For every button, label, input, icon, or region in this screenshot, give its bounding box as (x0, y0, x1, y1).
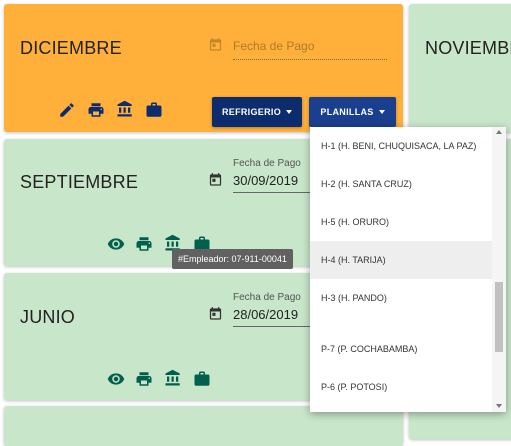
card-partial-bottom (4, 406, 403, 446)
dropdown-item[interactable]: P-6 (P. POTOSI) (310, 368, 492, 406)
print-icon[interactable] (87, 101, 105, 119)
refrigerio-label: REFRIGERIO (221, 107, 281, 117)
planillas-dropdown-menu[interactable]: H-1 (H. BENI, CHUQUISACA, LA PAZ) H-2 (H… (310, 127, 506, 412)
refrigerio-button[interactable]: REFRIGERIO (212, 97, 302, 127)
bank-icon[interactable] (116, 100, 134, 118)
dropdown-item[interactable]: H-1 (H. BENI, CHUQUISACA, LA PAZ) (310, 127, 492, 165)
planillas-button[interactable]: PLANILLAS (309, 97, 396, 127)
briefcase-icon[interactable] (193, 370, 211, 388)
scrollbar-thumb[interactable] (495, 282, 503, 352)
month-title: NOVIEMBRE (425, 38, 511, 58)
date-input[interactable]: 28/06/2019 (233, 307, 298, 322)
date-input-placeholder[interactable]: Fecha de Pago (233, 39, 314, 53)
planillas-label: PLANILLAS (320, 107, 374, 117)
calendar-icon[interactable] (208, 37, 223, 53)
eye-icon[interactable] (107, 235, 125, 253)
date-input-underline (233, 59, 387, 60)
bank-icon[interactable] (164, 369, 182, 387)
briefcase-icon[interactable] (145, 101, 163, 119)
month-title: DICIEMBRE (20, 38, 122, 58)
month-title: SEPTIEMBRE (20, 172, 139, 192)
chevron-down-icon (378, 110, 385, 114)
edit-icon[interactable] (58, 101, 76, 119)
scroll-up-icon[interactable] (496, 130, 502, 134)
calendar-icon[interactable] (208, 172, 223, 188)
dropdown-item[interactable]: P-7 (P. COCHABAMBA) (310, 330, 492, 368)
dropdown-item[interactable]: H-5 (H. ORURO) (310, 203, 492, 241)
employer-tooltip: #Empleador: 07-911-00041 (172, 249, 293, 269)
dropdown-scrollbar[interactable] (492, 127, 506, 412)
month-title: JUNIO (20, 307, 75, 327)
card-diciembre: DICIEMBRE Fecha de Pago REFRIGERIO PLANI… (4, 4, 403, 132)
eye-icon[interactable] (107, 370, 125, 388)
date-label: Fecha de Pago (233, 158, 301, 169)
scroll-down-icon[interactable] (496, 404, 502, 408)
print-icon[interactable] (135, 235, 153, 253)
date-label: Fecha de Pago (233, 292, 301, 303)
dropdown-item[interactable]: H-3 (H. PANDO) (310, 279, 492, 317)
date-input[interactable]: 30/09/2019 (233, 173, 298, 188)
calendar-icon[interactable] (208, 306, 223, 322)
dropdown-item[interactable]: H-4 (H. TARIJA) (310, 241, 492, 279)
card-noviembre: NOVIEMBRE (409, 4, 511, 132)
print-icon[interactable] (135, 370, 153, 388)
chevron-down-icon (286, 110, 292, 114)
dropdown-item[interactable]: H-2 (H. SANTA CRUZ) (310, 165, 492, 203)
